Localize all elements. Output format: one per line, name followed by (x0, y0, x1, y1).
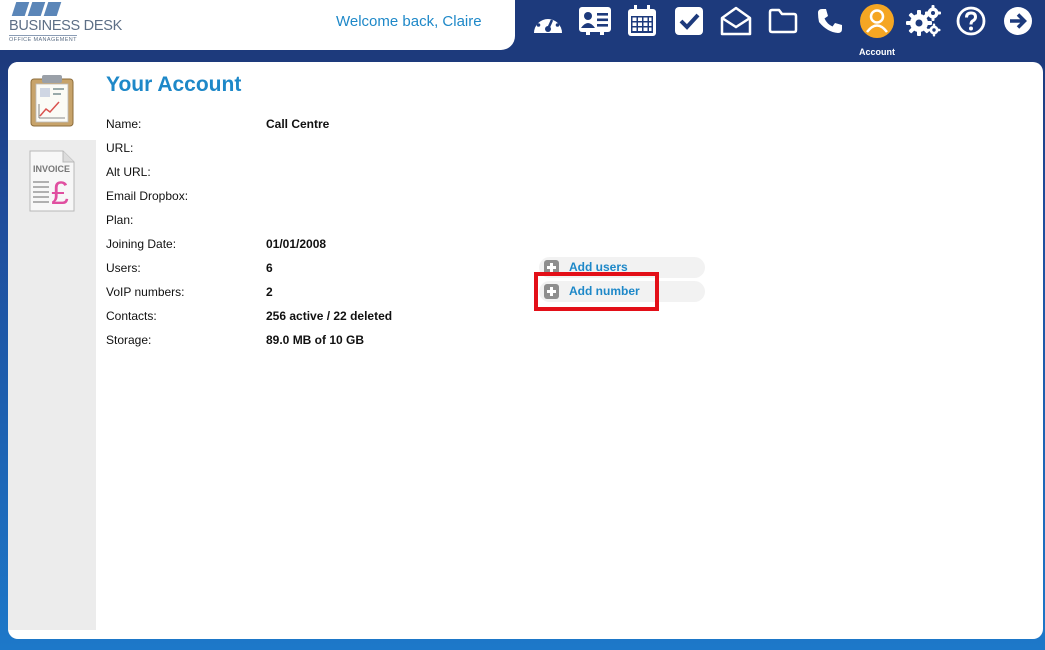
nav-phone[interactable] (810, 4, 850, 38)
row-label: Plan: (106, 213, 134, 227)
main-panel: INVOICE £ Your Account Name: Call Centre… (8, 62, 1043, 639)
logo-subtitle: OFFICE MANAGEMENT (9, 35, 77, 43)
logo-name: BUSINESS DESK (9, 18, 122, 34)
nav-settings[interactable] (904, 4, 944, 38)
sidebar-tab-invoice[interactable]: INVOICE £ (8, 142, 96, 220)
nav-tasks[interactable] (669, 4, 709, 38)
sidebar: INVOICE £ (8, 62, 96, 630)
mail-envelope-icon (720, 6, 752, 36)
account-user-icon (860, 4, 894, 38)
add-number-label: Add number (569, 284, 640, 298)
nav-files[interactable] (763, 4, 803, 38)
logout-arrow-icon (1004, 7, 1032, 35)
invoice-icon: INVOICE £ (29, 150, 75, 212)
tasks-check-icon (675, 7, 703, 35)
business-desk-logo[interactable]: BUSINESS DESK OFFICE MANAGEMENT (9, 2, 129, 46)
top-navigation: Account (525, 0, 1045, 60)
row-value: 2 (266, 285, 273, 299)
row-label: VoIP numbers: (106, 285, 185, 299)
account-row-alt-url: Alt URL: (106, 165, 546, 185)
row-value: 256 active / 22 deleted (266, 309, 393, 323)
row-label: Contacts: (106, 309, 157, 323)
account-row-voip-numbers: VoIP numbers: 2 (106, 285, 546, 305)
welcome-message: Welcome back, Claire (336, 13, 482, 30)
row-label: Storage: (106, 333, 152, 347)
pound-symbol: £ (51, 175, 69, 211)
row-label: URL: (106, 141, 134, 155)
row-label: Users: (106, 261, 141, 275)
row-label: Joining Date: (106, 237, 177, 251)
account-row-storage: Storage: 89.0 MB of 10 GB (106, 333, 546, 353)
add-users-button[interactable]: Add users (539, 257, 705, 278)
sidebar-tab-account[interactable] (8, 62, 96, 140)
calendar-icon (628, 5, 656, 36)
row-label: Alt URL: (106, 165, 151, 179)
nav-account-label[interactable]: Account (859, 47, 895, 57)
account-clipboard-icon (30, 75, 74, 127)
invoice-icon-text: INVOICE (33, 164, 70, 174)
account-row-email-dropbox: Email Dropbox: (106, 189, 546, 209)
nav-logout[interactable] (998, 4, 1038, 38)
nav-calendar[interactable] (622, 4, 662, 38)
dashboard-icon (534, 12, 562, 33)
folder-icon (768, 8, 798, 34)
nav-help[interactable] (951, 4, 991, 38)
row-value: Call Centre (266, 117, 330, 131)
plus-icon (544, 284, 559, 299)
help-icon (956, 6, 986, 36)
account-row-plan: Plan: (106, 213, 546, 233)
nav-contacts[interactable] (575, 4, 615, 38)
account-row-name: Name: Call Centre (106, 117, 546, 137)
row-value: 89.0 MB of 10 GB (266, 333, 365, 347)
account-row-url: URL: (106, 141, 546, 161)
contacts-card-icon (579, 7, 611, 35)
logo-mark (11, 2, 62, 16)
account-row-joining-date: Joining Date: 01/01/2008 (106, 237, 546, 257)
page-title: Your Account (106, 73, 242, 96)
row-value: 6 (266, 261, 273, 275)
nav-mail[interactable] (716, 4, 756, 38)
settings-gears-icon (906, 5, 941, 37)
nav-account[interactable] (857, 4, 897, 38)
plus-icon (544, 260, 559, 275)
row-value: 01/01/2008 (266, 237, 327, 251)
phone-icon (818, 9, 842, 33)
nav-dashboard[interactable] (528, 4, 568, 38)
row-label: Email Dropbox: (106, 189, 189, 203)
account-row-contacts: Contacts: 256 active / 22 deleted (106, 309, 546, 329)
add-users-label: Add users (569, 260, 628, 274)
header-bar: BUSINESS DESK OFFICE MANAGEMENT Welcome … (0, 0, 515, 50)
account-row-users: Users: 6 (106, 261, 546, 281)
account-content: Your Account Name: Call Centre URL: Alt … (106, 62, 1036, 630)
row-label: Name: (106, 117, 142, 131)
add-number-button[interactable]: Add number (539, 281, 705, 302)
